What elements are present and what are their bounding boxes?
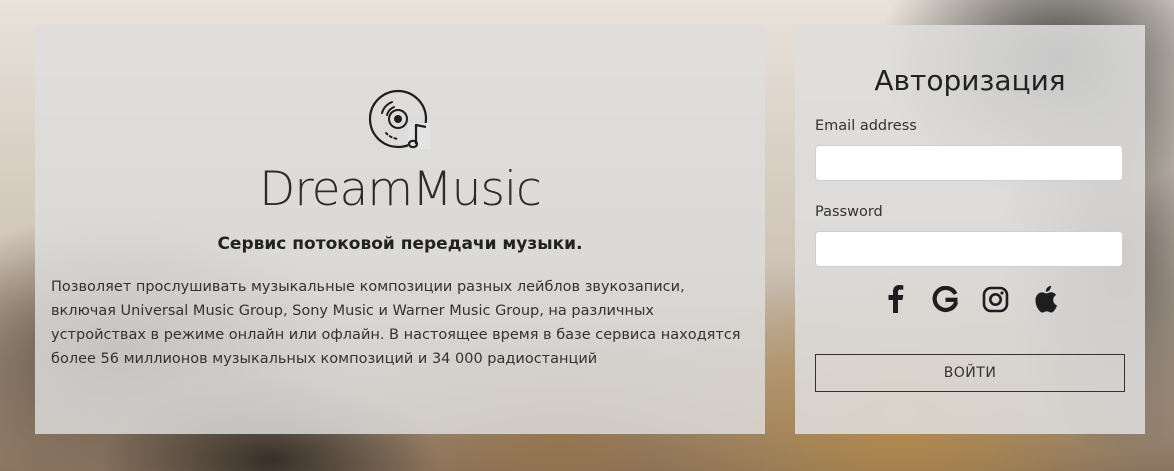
service-description: Позволяет прослушивать музыкальные компо… [51,279,741,367]
instagram-icon[interactable] [980,283,1010,315]
login-button[interactable]: ВОЙТИ [815,354,1125,392]
social-login-row [795,283,1145,315]
apple-icon[interactable] [1030,283,1060,315]
music-disc-icon [368,89,430,149]
facebook-icon[interactable] [880,283,910,315]
login-title: Авторизация [874,64,1066,97]
email-label: Email address [815,118,917,134]
email-field[interactable] [815,145,1123,181]
password-label: Password [815,204,883,220]
about-panel [35,25,765,434]
google-icon[interactable] [930,283,960,315]
brand-name: DreamMusic [259,162,542,217]
password-field[interactable] [815,231,1123,267]
tagline: Сервис потоковой передачи музыки. [217,234,583,254]
